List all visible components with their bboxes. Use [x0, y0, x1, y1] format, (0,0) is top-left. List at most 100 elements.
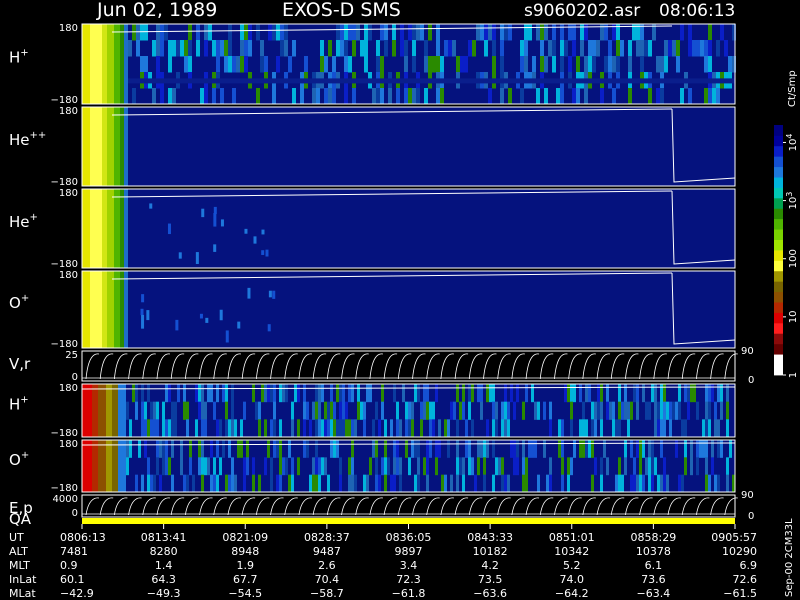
- spectro-cell: [324, 419, 327, 438]
- spectro-cell: [675, 401, 678, 420]
- spectro-cell: [384, 457, 387, 476]
- spectro-cell: [291, 474, 294, 493]
- spectro-cell: [429, 440, 432, 458]
- spectro-cell: [708, 56, 712, 73]
- ephemeris-row-label: UT: [9, 531, 24, 544]
- spectro-cell: [92, 440, 98, 492]
- spectro-cell: [201, 474, 204, 493]
- spectro-cell: [141, 314, 145, 329]
- spectro-cell: [333, 440, 336, 458]
- spectro-cell: [135, 384, 138, 403]
- spectro-cell: [572, 88, 576, 105]
- spectro-cell: [156, 40, 160, 57]
- spectro-cell: [408, 24, 412, 41]
- spectro-cell: [147, 457, 150, 476]
- spectro-cell: [404, 40, 408, 57]
- spectro-cell: [144, 419, 147, 438]
- spectro-cell: [531, 440, 534, 458]
- spectro-cell: [312, 457, 315, 476]
- ephemeris-value: −61.8: [392, 587, 426, 600]
- colorbar-swatch: [774, 270, 783, 282]
- spectro-cell: [141, 419, 144, 438]
- ephemeris-value: 72.3: [396, 573, 421, 586]
- spectro-cell: [135, 401, 138, 420]
- spectro-cell: [621, 401, 624, 420]
- spectro-cell: [316, 88, 320, 105]
- panel-label: O+: [9, 293, 29, 312]
- spectro-cell: [348, 384, 351, 403]
- spectro-cell: [516, 384, 519, 403]
- spectro-cell: [267, 384, 270, 403]
- spectro-cell: [420, 24, 424, 41]
- spectro-cell: [639, 440, 642, 458]
- ephemeris-row-label: ALT: [9, 545, 28, 558]
- spectro-cell: [534, 440, 537, 458]
- spectro-cell: [318, 401, 321, 420]
- spectro-cell: [684, 419, 687, 438]
- spectro-cell: [606, 384, 609, 403]
- spectro-cell: [324, 457, 327, 476]
- spectro-cell: [213, 212, 217, 227]
- spectro-cell: [606, 401, 609, 420]
- spectro-cell: [272, 24, 276, 41]
- colorbar-swatch: [774, 354, 783, 365]
- spectro-cell: [184, 56, 188, 73]
- spectro-cell: [384, 419, 387, 438]
- colorbar-swatch: [774, 166, 783, 178]
- spectro-cell: [388, 88, 392, 105]
- spectro-cell: [237, 321, 241, 329]
- spectro-cell: [572, 24, 576, 41]
- spectro-cell: [234, 474, 237, 493]
- colorbar-swatch: [774, 208, 783, 220]
- spectro-cell: [651, 384, 654, 403]
- spectro-cell: [315, 474, 318, 493]
- y-tick-label: −180: [51, 177, 78, 188]
- spectro-cell: [480, 24, 484, 41]
- spectro-cell: [339, 401, 342, 420]
- spectro-cell: [570, 384, 573, 403]
- spectro-cell: [393, 440, 396, 458]
- spectro-cell: [234, 419, 237, 438]
- spectro-cell: [579, 419, 582, 438]
- spectro-cell: [236, 56, 240, 73]
- spectro-cell: [328, 40, 332, 57]
- spectro-cell: [132, 88, 136, 105]
- spectro-cell: [237, 440, 240, 458]
- spectro-cell: [711, 457, 714, 476]
- spectro-cell: [82, 24, 90, 104]
- spectro-cell: [504, 419, 507, 438]
- spectro-cell: [339, 384, 342, 403]
- spectro-cell: [405, 401, 408, 420]
- colorbar-swatch: [774, 218, 783, 230]
- spectro-cell: [570, 401, 573, 420]
- spectro-cell: [600, 474, 603, 493]
- spectro-cell: [676, 40, 680, 57]
- spectro-cell: [504, 401, 507, 420]
- spectro-cell: [288, 474, 291, 493]
- spectro-cell: [369, 457, 372, 476]
- spectro-cell: [118, 440, 126, 492]
- spectro-cell: [513, 440, 516, 458]
- spectro-cell: [336, 419, 339, 438]
- spectro-cell: [276, 56, 280, 73]
- spectro-cell: [171, 440, 174, 458]
- spectro-cell: [399, 474, 402, 493]
- spectro-cell: [344, 56, 348, 73]
- spectro-cell: [189, 457, 192, 476]
- spectro-cell: [414, 440, 417, 458]
- ephemeris-value: 10290: [722, 545, 757, 558]
- spectro-cell: [126, 457, 129, 476]
- spectro-cell: [627, 401, 630, 420]
- ephemeris-value: 8280: [150, 545, 178, 558]
- spectro-cell: [728, 56, 732, 73]
- spectro-cell: [436, 24, 440, 41]
- spectro-cell: [513, 457, 516, 476]
- spectro-cell: [560, 56, 564, 73]
- spectro-cell: [204, 457, 207, 476]
- ephemeris-value: 0905:57: [711, 531, 757, 544]
- spectro-cell: [594, 419, 597, 438]
- colorbar-swatch: [774, 302, 783, 313]
- spectro-cell: [390, 419, 393, 438]
- spectro-cell: [124, 271, 128, 348]
- spectro-cell: [426, 457, 429, 476]
